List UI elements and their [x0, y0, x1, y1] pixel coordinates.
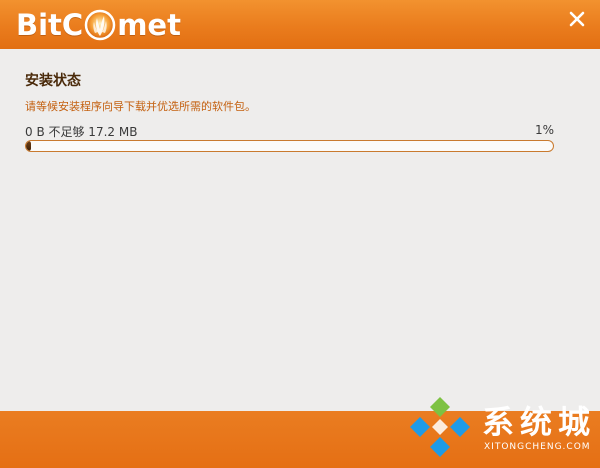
- diamond-logo-icon: [410, 397, 470, 457]
- watermark-subtext: XITONGCHENG.COM: [484, 442, 591, 452]
- progress-percent: 1%: [534, 123, 554, 137]
- comet-logo-icon: [84, 9, 116, 41]
- progress-fill: [26, 141, 32, 151]
- logo-text-right: met: [117, 8, 181, 42]
- installer-window: BitC met 安装状态 请等候安装程序向导下载并优选所需的软件包。 0 B …: [0, 0, 600, 468]
- title-bar[interactable]: BitC met: [0, 0, 600, 49]
- bitcomet-logo: BitC met: [16, 6, 181, 44]
- xitongcheng-watermark: 系统城 XITONGCHENG.COM: [408, 395, 600, 465]
- logo-text-left: BitC: [16, 8, 84, 42]
- close-icon[interactable]: [568, 10, 586, 28]
- progress-bar: [25, 140, 554, 152]
- install-description: 请等候安装程序向导下载并优选所需的软件包。: [25, 100, 256, 113]
- download-size-label: 0 B 不足够 17.2 MB: [25, 125, 138, 139]
- install-status-title: 安装状态: [25, 73, 81, 89]
- install-status-panel: 安装状态 请等候安装程序向导下载并优选所需的软件包。 0 B 不足够 17.2 …: [0, 49, 600, 411]
- watermark-text: 系统城: [482, 403, 597, 441]
